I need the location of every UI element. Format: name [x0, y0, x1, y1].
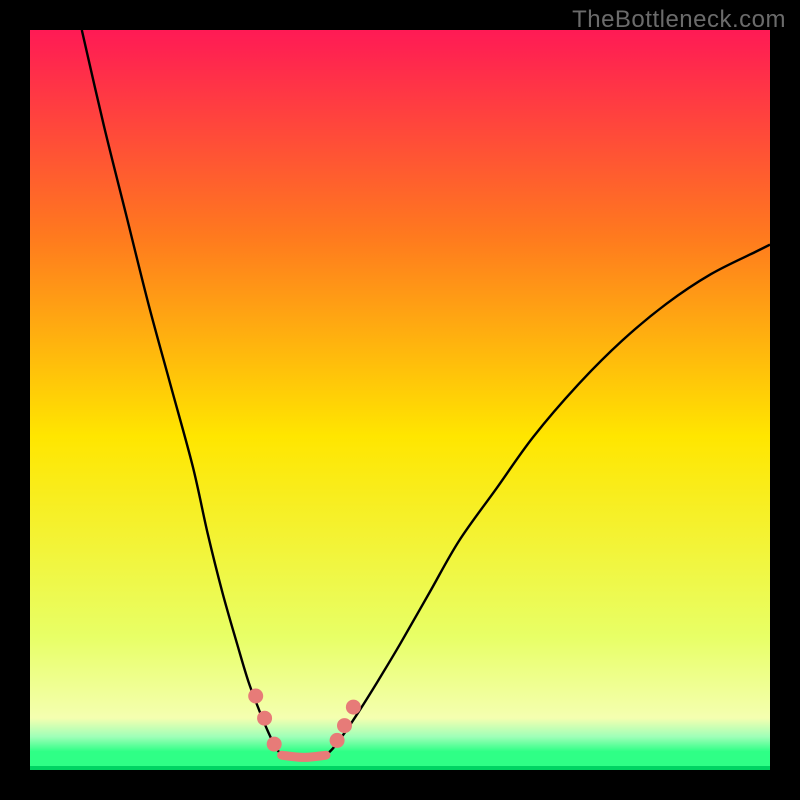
gradient-background — [30, 30, 770, 770]
markers-right-dot-1 — [337, 718, 352, 733]
bottom-green-line — [30, 766, 770, 770]
watermark-text: TheBottleneck.com — [572, 6, 786, 34]
chart-container: TheBottleneck.com — [0, 0, 800, 800]
markers-left-dot-0 — [248, 689, 263, 704]
markers-left-dot-1 — [257, 711, 272, 726]
markers-right-dot-2 — [346, 700, 361, 715]
plot-area — [30, 30, 770, 770]
markers-left-dot-2 — [267, 737, 282, 752]
markers-right-dot-0 — [330, 733, 345, 748]
chart-svg — [30, 30, 770, 770]
valley-segment — [282, 755, 326, 757]
